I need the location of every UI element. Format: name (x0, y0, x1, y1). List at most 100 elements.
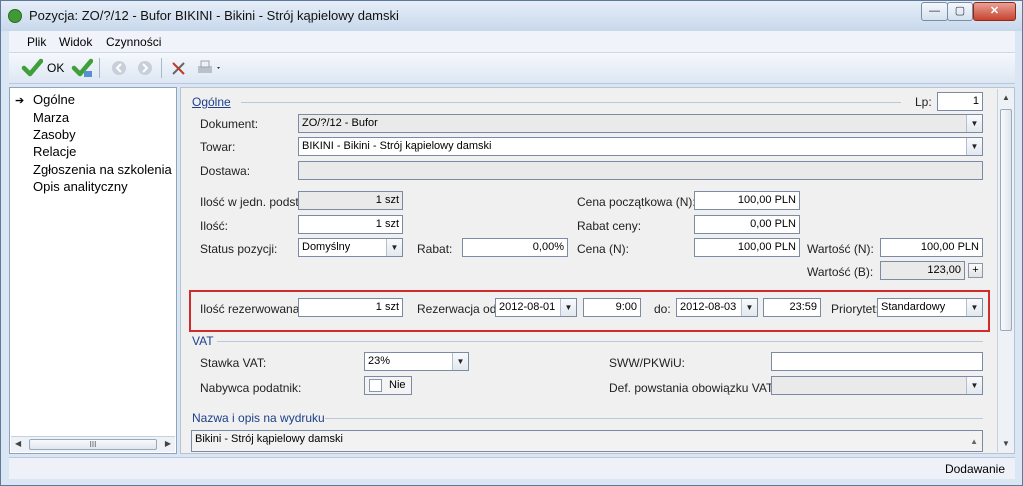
sww-pkwiu-label: SWW/PKWiU: (609, 356, 685, 370)
toolbar-separator (99, 58, 100, 78)
status-pozycji-value: Domyślny (302, 241, 351, 253)
chevron-down-icon[interactable]: ▼ (560, 299, 576, 316)
def-powstania-select[interactable]: ▼ (771, 376, 983, 395)
lp-input[interactable]: 1 (937, 92, 983, 111)
menu-czynnosci[interactable]: Czynności (106, 35, 161, 49)
save-and-new-button[interactable] (71, 57, 94, 79)
scroll-thumb[interactable] (1000, 109, 1012, 331)
menu-bar: Plik Widok Czynności (9, 31, 1015, 53)
section-divider (241, 102, 901, 103)
scroll-up-icon[interactable]: ▲ (970, 433, 978, 450)
wartosc-n-input[interactable]: 100,00 PLN (880, 238, 983, 257)
ilosc-jedn-field: 1 szt (298, 191, 403, 210)
sidebar: ➔ Ogólne Marza Zasoby Relacje Zgłoszenia… (9, 87, 177, 454)
sidebar-item-marza[interactable]: Marza (33, 110, 69, 125)
section-print-title: Nazwa i opis na wydruku (192, 411, 325, 425)
wartosc-n-label: Wartość (N): (807, 242, 874, 256)
scroll-up-icon[interactable]: ▲ (1002, 93, 1010, 102)
chevron-down-icon[interactable]: ▼ (386, 239, 402, 256)
ilosc-jedn-label: Ilość w jedn. podst.: (200, 195, 306, 209)
print-name-field[interactable]: Bikini - Strój kąpielowy damski ▲ (191, 430, 983, 452)
scroll-left-icon[interactable]: ◀ (15, 439, 21, 448)
section-divider (217, 341, 983, 342)
scroll-thumb[interactable]: III (29, 439, 157, 450)
next-button[interactable] (135, 57, 155, 79)
rezerwacja-do-label: do: (654, 302, 671, 316)
rezerwacja-od-date[interactable]: 2012-08-01 ▼ (495, 298, 577, 317)
ilosc-input[interactable]: 1 szt (298, 215, 403, 234)
def-powstania-label: Def. powstania obowiązku VAT: (609, 381, 776, 395)
sidebar-item-opis-analityczny[interactable]: Opis analityczny (33, 179, 128, 194)
ilosc-rezerwowana-input[interactable]: 1 szt (298, 298, 403, 317)
nabywca-checkbox[interactable] (369, 379, 382, 392)
ok-label: OK (47, 61, 65, 75)
rabat-label: Rabat: (417, 242, 453, 256)
sidebar-item-relacje[interactable]: Relacje (33, 144, 76, 159)
window-title: Pozycja: ZO/?/12 - Bufor BIKINI - Bikini… (29, 8, 399, 23)
dokument-select[interactable]: ZO/?/12 - Bufor ▼ (298, 114, 983, 133)
printer-icon (198, 60, 220, 73)
toolbar: OK (9, 53, 1015, 84)
status-pozycji-select[interactable]: Domyślny ▼ (298, 238, 403, 257)
ilosc-label: Ilość: (200, 219, 229, 233)
form-vertical-scrollbar[interactable]: ▲ ▼ (997, 89, 1014, 452)
chevron-down-icon[interactable]: ▼ (966, 377, 982, 394)
sidebar-item-zgloszenia[interactable]: Zgłoszenia na szkolenia (33, 162, 172, 177)
cena-input[interactable]: 100,00 PLN (694, 238, 800, 257)
status-pozycji-label: Status pozycji: (200, 242, 278, 256)
maximize-button[interactable]: ▢ (947, 2, 973, 21)
sidebar-horizontal-scrollbar[interactable]: ◀ III ▶ (11, 436, 175, 452)
sidebar-item-ogolne[interactable]: Ogólne (33, 92, 75, 107)
stawka-vat-value: 23% (368, 355, 391, 367)
rezerwacja-od-time[interactable]: 9:00 (583, 298, 641, 317)
lp-label: Lp: (915, 95, 932, 109)
chevron-down-icon[interactable]: ▼ (966, 299, 982, 316)
arrow-left-icon (112, 61, 126, 75)
selected-arrow-icon: ➔ (15, 95, 25, 107)
towar-select[interactable]: BIKINI - Bikini - Strój kąpielowy damski… (298, 137, 983, 156)
nabywca-podatnik-toggle[interactable]: Nie (364, 376, 412, 395)
sidebar-item-zasoby[interactable]: Zasoby (33, 127, 76, 142)
towar-label: Towar: (200, 140, 236, 154)
stawka-vat-select[interactable]: 23% ▼ (364, 352, 469, 371)
scroll-down-icon[interactable]: ▼ (1002, 439, 1010, 448)
ok-button[interactable]: OK (21, 57, 64, 79)
wartosc-b-plus-button[interactable]: + (968, 263, 983, 278)
cena-poczatkowa-label: Cena początkowa (N): (577, 195, 696, 209)
dostawa-label: Dostawa: (200, 164, 251, 178)
app-icon (8, 9, 22, 23)
cena-poczatkowa-input[interactable]: 100,00 PLN (694, 191, 800, 210)
rezerwacja-do-date[interactable]: 2012-08-03 ▼ (676, 298, 758, 317)
form-panel: Ogólne Lp: 1 Dokument: ZO/?/12 - Bufor ▼… (180, 87, 1015, 454)
dokument-label: Dokument: (200, 117, 259, 131)
chevron-down-icon[interactable]: ▼ (452, 353, 468, 370)
dostawa-field (298, 161, 983, 180)
section-divider (325, 418, 983, 419)
section-ogolne-title: Ogólne (192, 95, 231, 109)
nabywca-podatnik-value: Nie (389, 379, 406, 391)
close-button[interactable]: ✕ (973, 2, 1016, 21)
print-name-value: Bikini - Strój kąpielowy damski (195, 433, 343, 445)
priorytet-select[interactable]: Standardowy ▼ (877, 298, 983, 317)
section-vat-title: VAT (192, 334, 214, 348)
chevron-down-icon[interactable]: ▼ (966, 115, 982, 132)
print-button[interactable] (195, 57, 223, 79)
rabat-ceny-input[interactable]: 0,00 PLN (694, 215, 800, 234)
sww-pkwiu-input[interactable] (771, 352, 983, 371)
menu-plik[interactable]: Plik (27, 35, 46, 49)
chevron-down-icon[interactable]: ▼ (741, 299, 757, 316)
tools-button[interactable] (169, 57, 189, 79)
status-text: Dodawanie (944, 462, 1005, 476)
rabat-input[interactable]: 0,00% (462, 238, 568, 257)
priorytet-value: Standardowy (881, 301, 946, 313)
tools-icon (172, 62, 185, 75)
scroll-right-icon[interactable]: ▶ (165, 439, 171, 448)
chevron-down-icon[interactable]: ▼ (966, 138, 982, 155)
priorytet-label: Priorytet: (831, 302, 880, 316)
rabat-ceny-label: Rabat ceny: (577, 219, 642, 233)
rezerwacja-do-time[interactable]: 23:59 (763, 298, 821, 317)
minimize-button[interactable]: — (921, 2, 948, 21)
wartosc-b-label: Wartość (B): (807, 265, 874, 279)
menu-widok[interactable]: Widok (59, 35, 92, 49)
previous-button[interactable] (109, 57, 129, 79)
